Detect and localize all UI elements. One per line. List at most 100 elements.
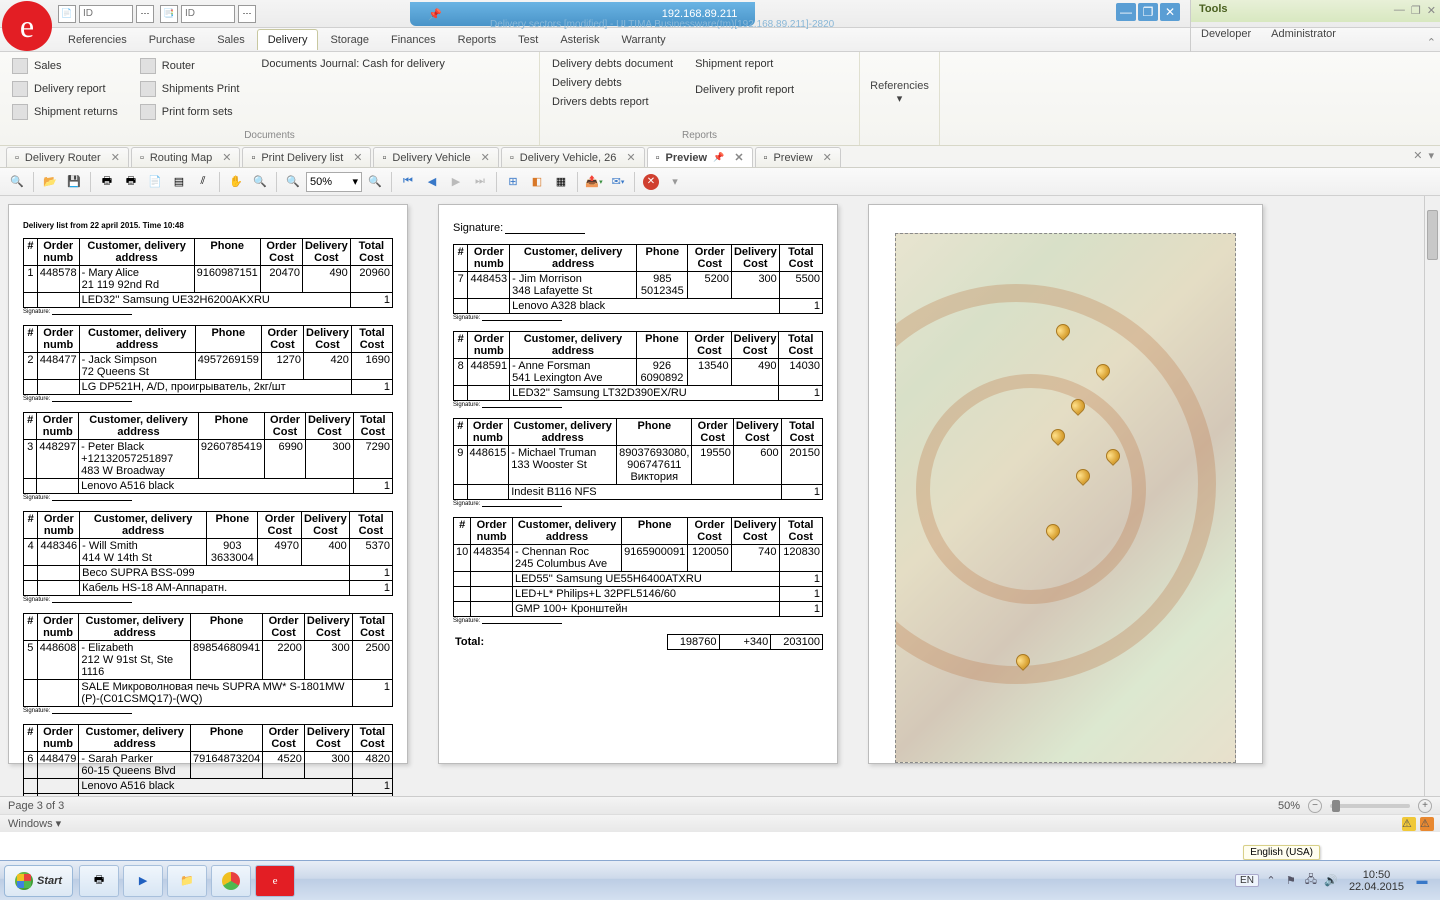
tray-network-icon[interactable]: 🖧 [1303, 873, 1319, 889]
zoom-in-icon[interactable]: 🔍 [364, 171, 386, 193]
header-footer-icon[interactable]: ▤ [168, 171, 190, 193]
zoom-out-icon[interactable]: 🔍 [282, 171, 304, 193]
tab-close[interactable]: ✕ [353, 151, 362, 164]
mdi-minimize[interactable]: — [1116, 3, 1136, 21]
ribbon-group-referencies[interactable]: Referencies ▾ [860, 52, 940, 145]
magnifier-icon[interactable]: 🔍 [249, 171, 271, 193]
windows-menu[interactable]: Windows ▾ [8, 817, 61, 830]
preview-page-2[interactable]: Signature: #Order numbCustomer, delivery… [438, 204, 838, 764]
tab-close[interactable]: ✕ [111, 151, 120, 164]
clock[interactable]: 10:5022.04.2015 [1343, 869, 1410, 893]
zoom-plus[interactable]: + [1418, 799, 1432, 813]
ribbon-item[interactable]: Delivery profit report [691, 82, 798, 98]
tray-up-icon[interactable]: ⌃ [1263, 873, 1279, 889]
app-restore[interactable]: ❐ [1411, 4, 1421, 17]
tab-close[interactable]: ✕ [222, 151, 231, 164]
page-setup-icon[interactable]: 📄 [144, 171, 166, 193]
ribbon-collapse-icon[interactable]: ⌃ [1427, 36, 1436, 49]
app-logo[interactable]: e [2, 1, 52, 51]
tab-preview[interactable]: ▫Preview✕ [755, 147, 841, 167]
title-pin-icon[interactable]: 📌 [428, 8, 442, 21]
close-preview-icon[interactable]: ✕ [640, 171, 662, 193]
menu-storage[interactable]: Storage [320, 30, 379, 50]
menu-referencies[interactable]: Referencies [58, 30, 137, 50]
show-desktop[interactable]: ▬ [1414, 873, 1430, 889]
color-icon[interactable]: ◧ [526, 171, 548, 193]
tab-close[interactable]: ✕ [481, 151, 490, 164]
watermark-icon[interactable]: ▦ [550, 171, 572, 193]
menu-reports[interactable]: Reports [448, 30, 507, 50]
ribbon-item[interactable]: Delivery debts document [548, 56, 677, 72]
tab-delivery-vehicle[interactable]: ▫Delivery Vehicle✕ [373, 147, 498, 167]
developer-link[interactable]: Developer [1201, 28, 1251, 40]
task-explorer[interactable]: 📁 [167, 865, 207, 897]
scale-icon[interactable]: ⫽ [192, 171, 214, 193]
multipage-icon[interactable]: ⊞ [502, 171, 524, 193]
tab-print-delivery-list[interactable]: ▫Print Delivery list✕ [242, 147, 371, 167]
ribbon-item[interactable]: Delivery report [8, 79, 122, 99]
pin-icon[interactable]: 📌 [713, 152, 724, 163]
id-go-2[interactable]: ⋯ [238, 5, 256, 23]
menu-sales[interactable]: Sales [207, 30, 255, 50]
prev-page-icon[interactable]: ◀ [421, 171, 443, 193]
menu-asterisk[interactable]: Asterisk [550, 30, 609, 50]
ribbon-item[interactable]: Sales [8, 56, 122, 76]
menu-purchase[interactable]: Purchase [139, 30, 205, 50]
ribbon-item[interactable]: Shipments Print [136, 79, 244, 99]
start-button[interactable]: Start [4, 865, 73, 897]
tab-routing-map[interactable]: ▫Routing Map✕ [131, 147, 241, 167]
tabs-close-all[interactable]: ✕ [1413, 149, 1422, 162]
zoom-slider[interactable] [1330, 804, 1410, 808]
tray-volume-icon[interactable]: 🔊 [1323, 873, 1339, 889]
tabs-dropdown[interactable]: ▾ [1428, 149, 1434, 162]
email-icon[interactable]: ✉▾ [607, 171, 629, 193]
menu-finances[interactable]: Finances [381, 30, 446, 50]
open-icon[interactable]: 📂 [39, 171, 61, 193]
id-icon[interactable]: 📄 [58, 5, 76, 23]
administrator-link[interactable]: Administrator [1271, 28, 1336, 40]
mdi-close[interactable]: ✕ [1160, 3, 1180, 21]
tab-close[interactable]: ✕ [626, 151, 635, 164]
ribbon-item[interactable]: Print form sets [136, 102, 244, 122]
app-minimize[interactable]: — [1394, 4, 1405, 17]
ribbon-docs-journal[interactable]: Documents Journal: Cash for delivery [257, 56, 448, 72]
language-indicator[interactable]: EN [1235, 874, 1259, 887]
task-printer[interactable]: 🖶 [79, 865, 119, 897]
save-icon[interactable]: 💾 [63, 171, 85, 193]
hand-tool-icon[interactable]: ✋ [225, 171, 247, 193]
print-icon[interactable]: 🖶 [96, 171, 118, 193]
zoom-minus[interactable]: − [1308, 799, 1322, 813]
ribbon-item[interactable]: Router [136, 56, 244, 76]
tab-close[interactable]: ✕ [823, 151, 832, 164]
ribbon-item[interactable]: Delivery debts [548, 75, 677, 91]
app-close[interactable]: ✕ [1427, 4, 1436, 17]
vertical-scrollbar[interactable] [1424, 196, 1440, 798]
find-icon[interactable]: 🔍 [6, 171, 28, 193]
first-page-icon[interactable]: ⏮ [397, 171, 419, 193]
next-page-icon[interactable]: ▶ [445, 171, 467, 193]
quick-print-icon[interactable]: 🖶 [120, 171, 142, 193]
task-powershell[interactable]: ▶ [123, 865, 163, 897]
id-input-2[interactable] [181, 5, 235, 23]
status-warning-icon[interactable]: ⚠ [1402, 817, 1416, 831]
preview-page-3[interactable] [868, 204, 1263, 764]
menu-delivery[interactable]: Delivery [257, 29, 319, 50]
status-alert-icon[interactable]: ⚠ [1420, 817, 1434, 831]
tab-delivery-router[interactable]: ▫Delivery Router✕ [6, 147, 129, 167]
tab-preview[interactable]: ▫Preview📌✕ [647, 147, 753, 167]
ribbon-item[interactable]: Shipment returns [8, 102, 122, 122]
menu-test[interactable]: Test [508, 30, 548, 50]
menu-warranty[interactable]: Warranty [611, 30, 675, 50]
ribbon-item[interactable]: Shipment report [691, 56, 798, 72]
last-page-icon[interactable]: ⏭ [469, 171, 491, 193]
preview-page-1[interactable]: Delivery list from 22 april 2015. Time 1… [8, 204, 408, 764]
task-app[interactable]: e [255, 865, 295, 897]
id-go-1[interactable]: ⋯ [136, 5, 154, 23]
ribbon-item[interactable]: Drivers debts report [548, 94, 677, 110]
id-input-1[interactable] [79, 5, 133, 23]
tab-delivery-vehicle-26[interactable]: ▫Delivery Vehicle, 26✕ [501, 147, 645, 167]
mdi-restore[interactable]: ❐ [1138, 3, 1158, 21]
scrollbar-thumb[interactable] [1427, 210, 1438, 260]
id-icon-2[interactable]: 📑 [160, 5, 178, 23]
export-icon[interactable]: 📤▾ [583, 171, 605, 193]
